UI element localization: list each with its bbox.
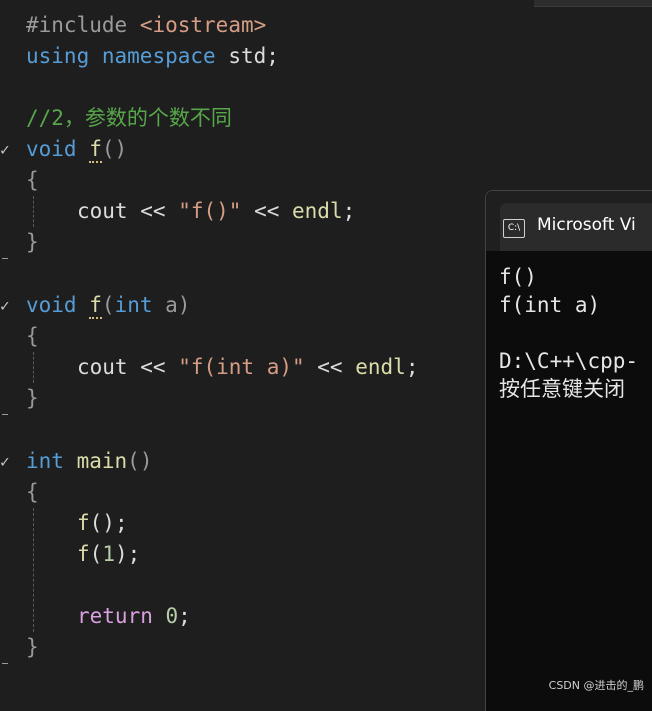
console-output-line: f()	[499, 265, 537, 289]
brace: {	[26, 480, 39, 504]
function-name: f	[89, 137, 102, 163]
code-line-6: {	[26, 165, 39, 196]
fold-end-marker	[2, 663, 8, 664]
function-name: f	[89, 293, 102, 319]
code-line-20: return 0;	[77, 601, 191, 632]
call-args: ();	[89, 511, 128, 535]
number-literal: 1	[102, 542, 115, 566]
console-output-line: D:\C++\cpp-	[499, 349, 639, 373]
operator: <<	[317, 355, 343, 379]
indent-guide	[33, 352, 34, 383]
fold-toggle-icon[interactable]: ✓	[0, 446, 10, 477]
code-line-13: }	[26, 383, 39, 414]
identifier: std;	[228, 44, 279, 68]
preprocessor-directive: #include	[26, 13, 128, 37]
function-name: f	[77, 542, 90, 566]
semicolon: ;	[178, 604, 191, 628]
keyword: int	[26, 449, 64, 473]
tab-hint	[534, 0, 652, 7]
brace: {	[26, 168, 39, 192]
fold-toggle-icon[interactable]: ✓	[0, 290, 10, 321]
console-title: Microsoft Vi	[537, 215, 636, 235]
console-window[interactable]: C:\ Microsoft Vi f() f(int a) D:\C++\cpp…	[485, 190, 652, 711]
operator: <<	[254, 199, 280, 223]
code-line-12: cout << "f(int a)" << endl;	[77, 352, 418, 383]
indent-guide	[33, 508, 34, 632]
code-line-5: void f()	[26, 134, 127, 165]
function-name: endl	[355, 355, 406, 379]
code-line-7: cout << "f()" << endl;	[77, 196, 355, 227]
semicolon: ;	[405, 355, 419, 379]
function-name: f	[77, 511, 90, 535]
brace: {	[26, 324, 39, 348]
code-line-11: {	[26, 321, 39, 352]
string-literal: "f(int a)"	[178, 355, 305, 379]
keyword: void	[26, 293, 77, 317]
brace: }	[26, 230, 39, 254]
parameter: a	[165, 293, 178, 317]
code-line-8: }	[26, 227, 39, 258]
code-line-17: f();	[77, 508, 128, 539]
fold-toggle-icon[interactable]: ✓	[0, 134, 10, 165]
parens: ()	[101, 137, 128, 161]
code-line-1: #include <iostream>	[26, 10, 266, 41]
include-header: <iostream>	[139, 13, 267, 37]
parens: (	[89, 542, 103, 566]
code-line-15: int main()	[26, 446, 152, 477]
string-literal: "f()"	[178, 199, 242, 223]
parens: (	[101, 293, 115, 317]
code-line-2: using namespace std;	[26, 41, 279, 72]
top-strip	[0, 0, 652, 8]
semicolon: ;	[342, 199, 356, 223]
console-output-line: f(int a)	[499, 293, 601, 317]
call-args: );	[114, 542, 141, 566]
keyword: using	[26, 44, 90, 68]
keyword: void	[26, 137, 77, 161]
comment: //2，参数的个数不同	[26, 106, 232, 130]
terminal-icon: C:\	[503, 219, 525, 238]
code-line-4: //2，参数的个数不同	[26, 103, 232, 134]
parens: )	[177, 293, 191, 317]
parens: ()	[127, 449, 153, 473]
function-name: endl	[292, 199, 343, 223]
watermark: CSDN @进击的_鹏	[548, 679, 644, 692]
code-line-10: void f(int a)	[26, 290, 190, 321]
fold-end-marker	[2, 258, 8, 259]
console-titlebar[interactable]: C:\ Microsoft Vi	[486, 191, 652, 251]
brace: }	[26, 386, 39, 410]
brace: }	[26, 635, 39, 659]
function-name: main	[76, 449, 128, 473]
identifier: cout	[77, 199, 128, 223]
keyword: namespace	[101, 44, 216, 68]
code-line-21: }	[26, 632, 39, 663]
fold-end-marker	[2, 414, 8, 415]
code-line-18: f(1);	[77, 539, 140, 570]
indent-guide	[33, 196, 34, 227]
identifier: cout	[77, 355, 128, 379]
keyword: int	[114, 293, 153, 317]
console-output-line: 按任意键关闭	[499, 377, 625, 401]
code-line-16: {	[26, 477, 39, 508]
operator: <<	[140, 355, 166, 379]
number-literal: 0	[165, 604, 179, 628]
control-keyword: return	[77, 604, 153, 628]
operator: <<	[140, 199, 166, 223]
